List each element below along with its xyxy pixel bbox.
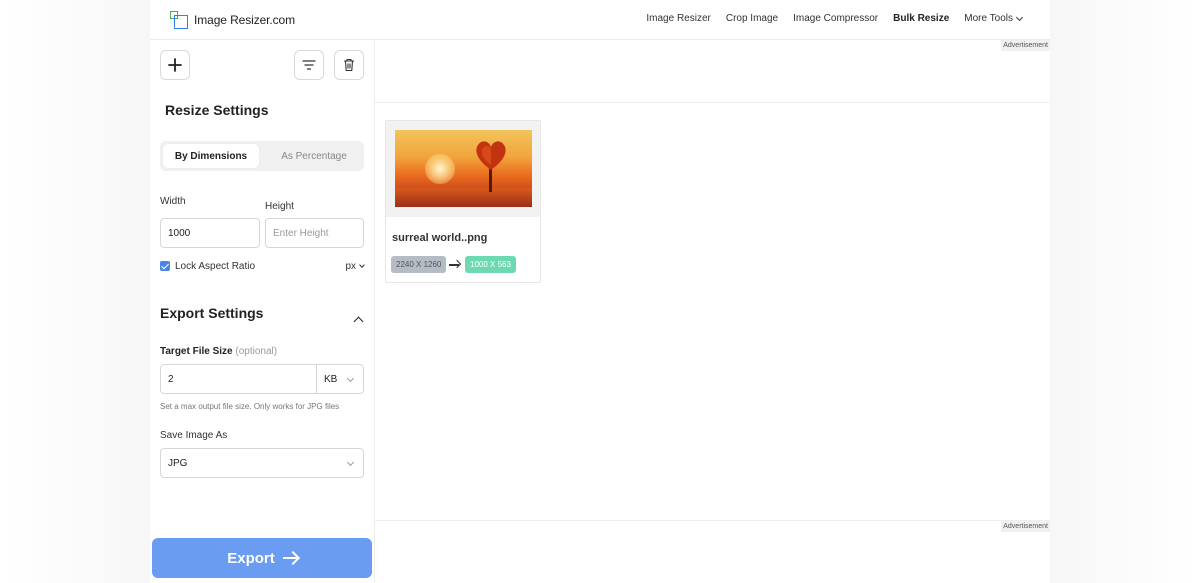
target-file-size-input[interactable]: 2 [160, 364, 318, 394]
ad-label: Advertisement [1001, 521, 1050, 532]
original-size-badge: 2240 X 1260 [391, 256, 447, 273]
file-size-unit-select[interactable]: KB [316, 364, 364, 394]
lock-aspect-label: Lock Aspect Ratio [175, 261, 256, 272]
logo-text: Image Resizer.com [194, 13, 296, 27]
top-navbar: Image Resizer.com Image Resizer Crop Ima… [150, 0, 1050, 40]
target-file-size-label-text: Target File Size [160, 346, 233, 357]
height-label: Height [265, 201, 294, 212]
optional-label: (optional) [235, 346, 278, 357]
unit-select[interactable]: px [345, 261, 365, 272]
nav-more-tools-label: More Tools [964, 13, 1013, 24]
chevron-down-icon [1015, 13, 1024, 21]
add-image-button[interactable] [160, 50, 190, 80]
target-file-size-label: Target File Size (optional) [160, 346, 277, 357]
plus-icon [168, 58, 182, 72]
ad-slot-top: Advertisement [375, 40, 1050, 103]
chevron-down-icon [346, 374, 355, 383]
page-background-right [1050, 0, 1200, 583]
ad-slot-bottom: Advertisement [375, 520, 1050, 583]
unit-select-value: px [345, 261, 356, 272]
nav-bulk-resize[interactable]: Bulk Resize [893, 13, 949, 24]
main-nav: Image Resizer Crop Image Image Compresso… [646, 13, 1024, 24]
export-button-label: Export [227, 549, 275, 567]
tab-by-dimensions[interactable]: By Dimensions [163, 144, 259, 168]
logo-icon [170, 11, 188, 29]
filter-icon [302, 60, 316, 70]
resize-mode-toggle: By Dimensions As Percentage [160, 141, 364, 171]
image-thumbnail-frame [386, 121, 540, 217]
target-file-size-hint: Set a max output file size. Only works f… [160, 402, 340, 411]
image-thumbnail [395, 130, 532, 207]
tab-as-percentage[interactable]: As Percentage [266, 144, 362, 168]
arrow-right-icon [449, 264, 459, 266]
logo[interactable]: Image Resizer.com [170, 11, 295, 29]
save-format-select[interactable]: JPG [160, 448, 364, 478]
image-file-name: surreal world..png [392, 232, 488, 244]
resize-settings-title: Resize Settings [165, 102, 269, 118]
height-input[interactable]: Enter Height [265, 218, 364, 248]
settings-sidebar: Resize Settings By Dimensions As Percent… [150, 40, 375, 583]
image-workspace: Advertisement surreal world..png 2240 X … [375, 40, 1050, 583]
export-settings-title: Export Settings [160, 305, 264, 321]
nav-image-compressor[interactable]: Image Compressor [793, 13, 878, 24]
trash-icon [344, 58, 354, 72]
page-background-left [0, 0, 150, 583]
lock-aspect-checkbox[interactable] [160, 261, 170, 271]
new-size-badge: 1000 X 563 [465, 256, 516, 273]
width-label: Width [160, 196, 186, 207]
chevron-down-icon [359, 262, 365, 268]
chevron-up-icon [353, 316, 364, 327]
heart-tree-image [476, 141, 506, 170]
ad-label: Advertisement [1001, 40, 1050, 51]
file-size-unit-value: KB [324, 373, 338, 385]
collapse-export-settings-button[interactable] [353, 312, 364, 330]
nav-image-resizer[interactable]: Image Resizer [646, 13, 710, 24]
export-button[interactable]: Export [152, 538, 372, 578]
image-card[interactable]: surreal world..png 2240 X 1260 1000 X 56… [385, 120, 541, 283]
save-format-value: JPG [168, 457, 188, 469]
save-image-as-label: Save Image As [160, 430, 228, 441]
arrow-right-icon [282, 557, 297, 559]
width-input[interactable]: 1000 [160, 218, 260, 248]
chevron-down-icon [346, 458, 355, 467]
nav-more-tools[interactable]: More Tools [964, 13, 1024, 24]
nav-crop-image[interactable]: Crop Image [726, 13, 778, 24]
app-container: Image Resizer.com Image Resizer Crop Ima… [150, 0, 1050, 583]
delete-all-button[interactable] [334, 50, 364, 80]
sort-button[interactable] [294, 50, 324, 80]
